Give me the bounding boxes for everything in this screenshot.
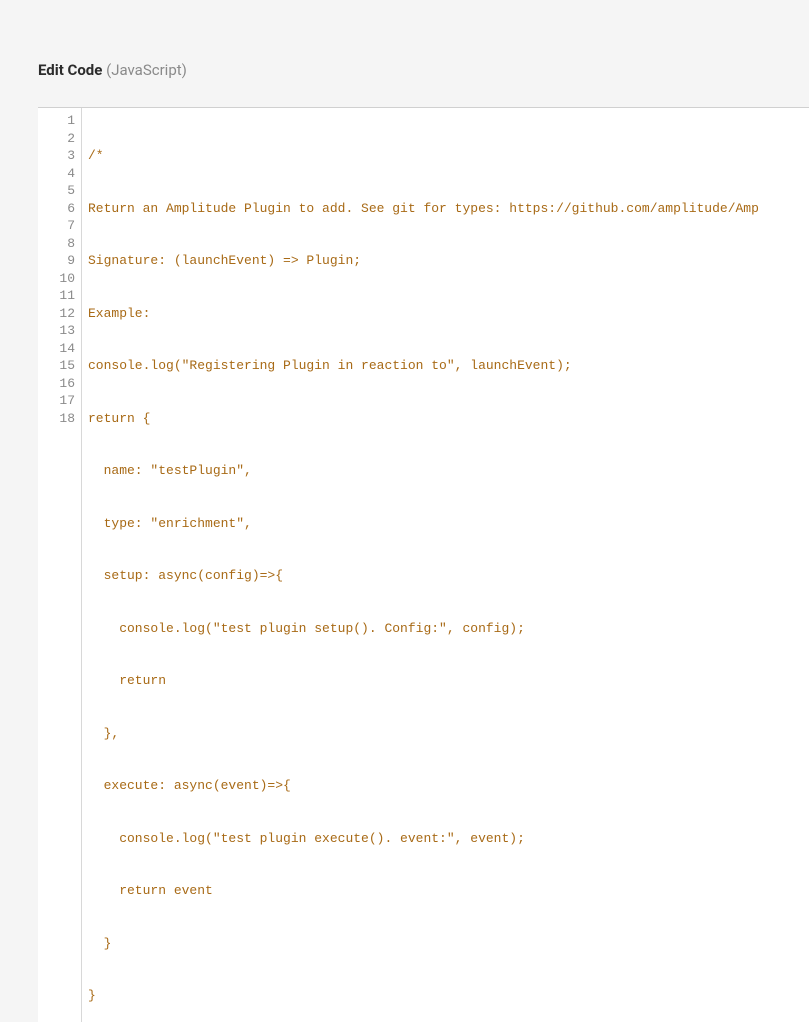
code-line: } xyxy=(88,987,809,1005)
line-number: 5 xyxy=(38,182,75,200)
code-line: Return an Amplitude Plugin to add. See g… xyxy=(88,200,809,218)
code-line: name: "testPlugin", xyxy=(88,462,809,480)
editor-container: Edit Code (JavaScript) 1 2 3 4 5 6 7 8 9… xyxy=(0,0,809,1022)
line-number: 6 xyxy=(38,200,75,218)
editor-header: Edit Code (JavaScript) xyxy=(38,60,809,79)
code-line: console.log("test plugin setup(). Config… xyxy=(88,620,809,638)
line-number: 11 xyxy=(38,287,75,305)
code-line: console.log("Registering Plugin in react… xyxy=(88,357,809,375)
line-number: 2 xyxy=(38,130,75,148)
code-line: setup: async(config)=>{ xyxy=(88,567,809,585)
editor-title: Edit Code xyxy=(38,61,102,79)
line-number: 15 xyxy=(38,357,75,375)
line-number: 18 xyxy=(38,410,75,428)
code-line: /* xyxy=(88,147,809,165)
code-line: } xyxy=(88,935,809,953)
line-number: 7 xyxy=(38,217,75,235)
editor-language-label: (JavaScript) xyxy=(102,61,187,79)
code-line: execute: async(event)=>{ xyxy=(88,777,809,795)
line-number-gutter: 1 2 3 4 5 6 7 8 9 10 11 12 13 14 15 16 1… xyxy=(38,108,82,1022)
code-text-area[interactable]: /* Return an Amplitude Plugin to add. Se… xyxy=(82,108,809,1022)
line-number: 12 xyxy=(38,305,75,323)
code-line: type: "enrichment", xyxy=(88,515,809,533)
line-number: 13 xyxy=(38,322,75,340)
code-editor[interactable]: 1 2 3 4 5 6 7 8 9 10 11 12 13 14 15 16 1… xyxy=(38,107,809,1022)
line-number: 17 xyxy=(38,392,75,410)
code-line: return event xyxy=(88,882,809,900)
line-number: 10 xyxy=(38,270,75,288)
code-line: return xyxy=(88,672,809,690)
code-line: }, xyxy=(88,725,809,743)
line-number: 4 xyxy=(38,165,75,183)
line-number: 1 xyxy=(38,112,75,130)
code-line: console.log("test plugin execute(). even… xyxy=(88,830,809,848)
code-line: Example: xyxy=(88,305,809,323)
line-number: 16 xyxy=(38,375,75,393)
line-number: 14 xyxy=(38,340,75,358)
line-number: 9 xyxy=(38,252,75,270)
code-line: return { xyxy=(88,410,809,428)
line-number: 8 xyxy=(38,235,75,253)
code-line: Signature: (launchEvent) => Plugin; xyxy=(88,252,809,270)
line-number: 3 xyxy=(38,147,75,165)
